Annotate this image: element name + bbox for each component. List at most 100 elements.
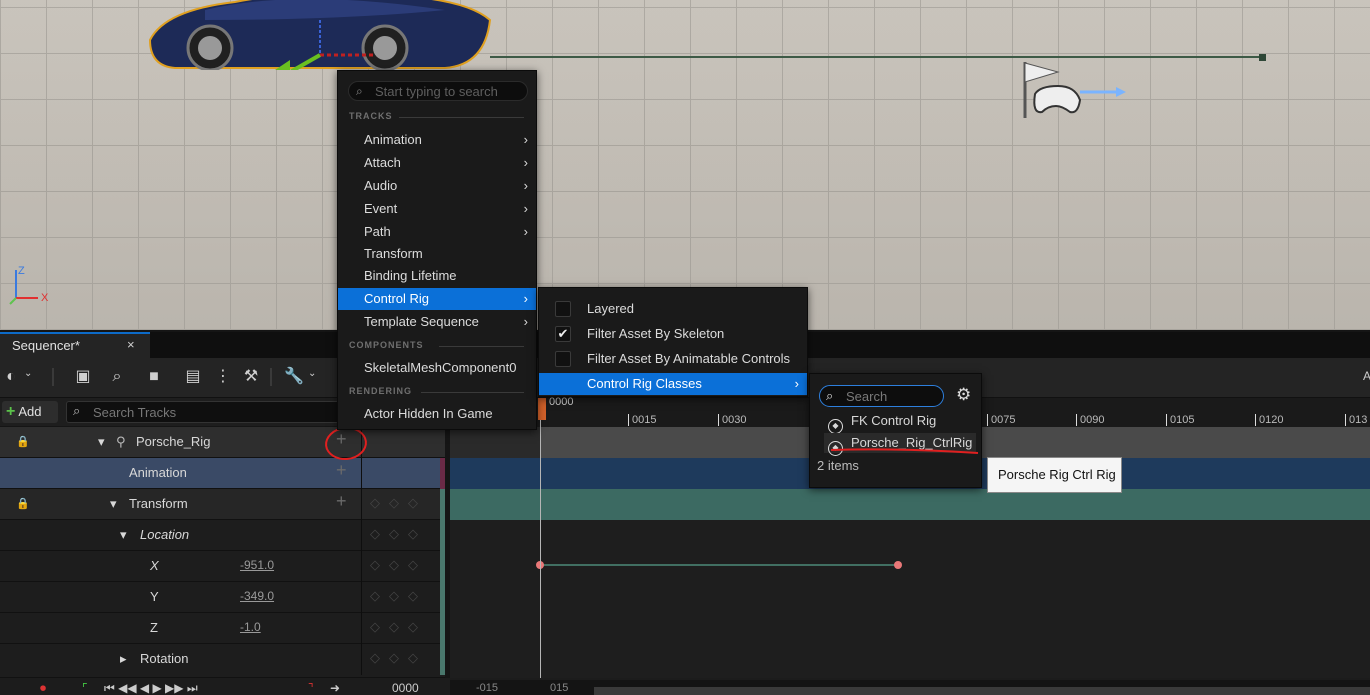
save-icon[interactable]: ▣ <box>72 366 94 388</box>
menu-item-control-rig[interactable]: Control Rig › <box>338 288 536 310</box>
close-icon[interactable]: × <box>127 337 135 352</box>
playhead-frame: 0000 <box>549 396 574 408</box>
wrench-icon[interactable]: 🔧 <box>283 366 305 388</box>
record-icon[interactable]: ⏺ <box>40 681 46 695</box>
chevron-down-icon[interactable]: ⌄ <box>24 368 32 379</box>
lock-icon[interactable]: 🔒 <box>16 435 86 449</box>
toolbar-divider <box>52 368 54 386</box>
track-lane-y[interactable] <box>450 582 1370 613</box>
menu-item-layered[interactable]: Layered <box>539 298 807 320</box>
column-divider <box>361 551 362 582</box>
menu-item-actor-hidden-in-game[interactable]: Actor Hidden In Game <box>338 403 536 425</box>
menu-item-label: Filter Asset By Skeleton <box>587 326 725 341</box>
camera-icon[interactable]: ■ <box>143 366 165 388</box>
clapper-icon[interactable]: ▤ <box>182 366 204 388</box>
expand-arrow-icon[interactable]: ▾ <box>110 496 117 512</box>
menu-item-animation[interactable]: Animation › <box>338 129 536 151</box>
chevron-right-icon: › <box>523 155 528 170</box>
timeline-scrollbar[interactable] <box>594 687 1370 695</box>
range-end-icon[interactable]: ⌝ <box>308 681 314 695</box>
track-lane-rotation[interactable] <box>450 644 1370 678</box>
axis-gizmo: Z X <box>9 265 49 305</box>
track-row-x[interactable]: X -951.0 ◇◇◇ <box>0 551 445 582</box>
key-nav-icons[interactable]: ◇◇◇ <box>370 588 427 604</box>
menu-item-transform[interactable]: Transform <box>338 243 536 265</box>
menu-item-binding-lifetime[interactable]: Binding Lifetime <box>338 265 536 287</box>
classes-search-input[interactable] <box>846 388 941 404</box>
column-divider <box>361 644 362 675</box>
search-tracks-input[interactable] <box>93 403 333 421</box>
add-track-plus-button[interactable]: + <box>336 491 347 512</box>
find-asset-icon[interactable]: ⌕ <box>106 366 128 388</box>
classes-search-box[interactable]: ⌕ <box>819 385 944 407</box>
add-track-button[interactable]: + Add <box>2 401 58 423</box>
key-nav-icons[interactable]: ◇◇◇ <box>370 557 427 573</box>
tab-sequencer[interactable]: Sequencer* × <box>0 332 150 358</box>
playhead-handle[interactable] <box>538 398 546 420</box>
menu-item-path[interactable]: Path › <box>338 221 536 243</box>
spline-endpoint[interactable] <box>1259 54 1266 61</box>
playback-controls-icon[interactable]: ⏮ ◀◀ ◀ ▶ ▶▶ ⏭ <box>104 681 198 695</box>
track-lane-location[interactable] <box>450 520 1370 551</box>
key-nav-icons[interactable]: ◇◇◇ <box>370 619 427 635</box>
track-row-animation[interactable]: Animation + <box>0 458 445 489</box>
chevron-right-icon: › <box>794 376 799 391</box>
search-tracks-box[interactable]: ⌕ <box>66 401 341 423</box>
class-item-fk-control-rig[interactable]: ◆ FK Control Rig <box>828 411 936 434</box>
key-nav-icons[interactable]: ◇◇◇ <box>370 526 427 542</box>
track-color-bar <box>440 582 445 613</box>
gear-icon[interactable]: ⚙ <box>956 385 971 405</box>
menu-item-event[interactable]: Event › <box>338 198 536 220</box>
checkbox-filter-by-animatable[interactable] <box>555 351 571 367</box>
track-lane-x[interactable] <box>450 551 1370 582</box>
menu-item-skeletal-mesh-component[interactable]: SkeletalMeshComponent0 <box>338 357 536 379</box>
keyframe-curve[interactable] <box>450 551 1370 582</box>
expand-arrow-icon[interactable]: ▾ <box>120 527 127 543</box>
expand-arrow-icon[interactable]: ▾ <box>98 434 105 450</box>
menu-item-label: Path <box>364 224 391 239</box>
add-track-plus-button[interactable]: + <box>336 460 347 481</box>
checkbox-filter-by-skeleton[interactable]: ✔ <box>555 326 571 342</box>
menu-item-filter-by-skeleton[interactable]: ✔ Filter Asset By Skeleton <box>539 323 807 345</box>
menu-item-control-rig-classes[interactable]: Control Rig Classes › <box>539 373 807 395</box>
chevron-right-icon: › <box>523 224 528 239</box>
expand-arrow-icon[interactable]: ▸ <box>120 651 127 667</box>
range-start-icon[interactable]: ⌜ <box>82 681 88 695</box>
menu-item-label: Transform <box>364 246 423 261</box>
chevron-down-icon[interactable]: ⌄ <box>308 368 316 379</box>
value-field-z[interactable]: -1.0 <box>240 620 261 634</box>
world-icon[interactable]: ◐ <box>0 366 22 388</box>
loop-icon[interactable]: ➜ <box>330 681 340 695</box>
menu-item-filter-by-animatable[interactable]: Filter Asset By Animatable Controls <box>539 348 807 370</box>
section-divider <box>439 346 524 347</box>
menu-search-box[interactable]: ⌕ <box>348 81 528 101</box>
key-nav-icons[interactable]: ◇◇◇ <box>370 495 427 511</box>
track-row-porsche-rig[interactable]: 🔒 ▾ ⚲ Porsche_Rig + <box>0 427 445 458</box>
track-row-y[interactable]: Y -349.0 ◇◇◇ <box>0 582 445 613</box>
track-row-z[interactable]: Z -1.0 ◇◇◇ <box>0 613 445 644</box>
value-field-y[interactable]: -349.0 <box>240 589 274 603</box>
column-divider <box>361 489 362 520</box>
lock-icon[interactable]: 🔒 <box>16 497 86 511</box>
menu-item-template-sequence[interactable]: Template Sequence › <box>338 311 536 333</box>
porsche-car-mesh[interactable] <box>145 0 495 70</box>
section-label: RENDERING <box>349 386 413 396</box>
menu-item-attach[interactable]: Attach › <box>338 152 536 174</box>
track-row-transform[interactable]: 🔒 ▾ Transform + ◇◇◇ <box>0 489 445 520</box>
track-lane-transform[interactable] <box>450 489 1370 520</box>
column-divider <box>361 582 362 613</box>
menu-item-audio[interactable]: Audio › <box>338 175 536 197</box>
current-time[interactable]: 0000 <box>392 681 419 695</box>
track-row-rotation[interactable]: ▸ Rotation ◇◇◇ <box>0 644 445 678</box>
key-nav-icons[interactable]: ◇◇◇ <box>370 650 427 666</box>
level-viewport[interactable]: Z X <box>0 0 1370 330</box>
menu-search-input[interactable] <box>375 83 525 99</box>
checkbox-layered[interactable] <box>555 301 571 317</box>
value-field-x[interactable]: -951.0 <box>240 558 274 572</box>
track-row-location[interactable]: ▾ Location ◇◇◇ <box>0 520 445 551</box>
player-start-icon[interactable] <box>1020 60 1130 120</box>
render-icon[interactable]: ⚒ <box>240 366 262 388</box>
track-lane-z[interactable] <box>450 613 1370 644</box>
track-label: Porsche_Rig <box>136 434 211 449</box>
more-vertical-icon[interactable]: ⋮ <box>212 366 234 388</box>
